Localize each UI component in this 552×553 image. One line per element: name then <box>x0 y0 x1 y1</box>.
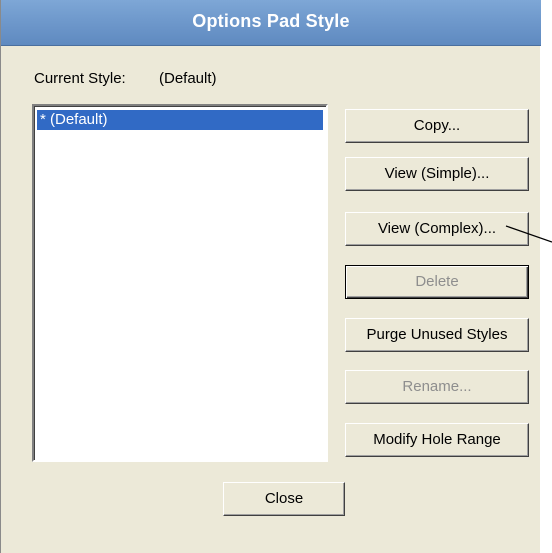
callout-line <box>505 225 552 243</box>
